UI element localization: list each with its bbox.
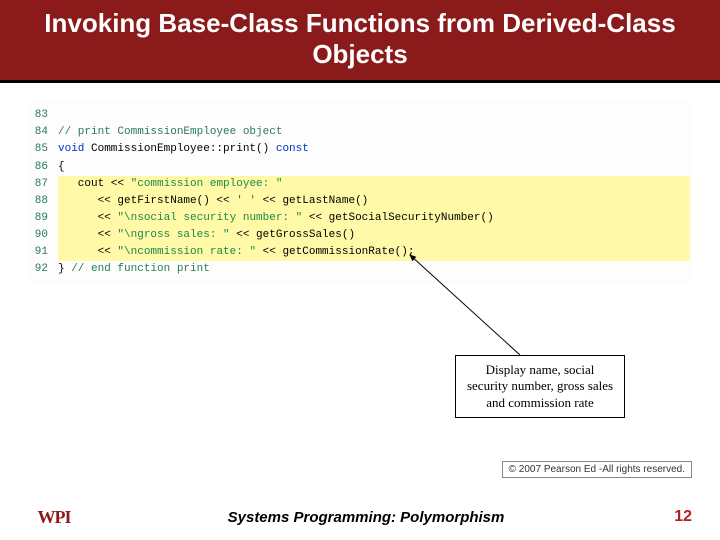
code-line: 88 << getFirstName() << ' ' << getLastNa… [30, 193, 690, 210]
code-text: { [58, 159, 690, 176]
code-text: << "\ngross sales: " << getGrossSales() [58, 227, 690, 244]
line-number: 88 [30, 193, 58, 210]
code-line: 89 << "\nsocial security number: " << ge… [30, 210, 690, 227]
code-line: 85void CommissionEmployee::print() const [30, 141, 690, 158]
line-number: 92 [30, 261, 58, 278]
code-line: 84// print CommissionEmployee object [30, 124, 690, 141]
line-number: 90 [30, 227, 58, 244]
slide-title: Invoking Base-Class Functions from Deriv… [20, 8, 700, 70]
line-number: 91 [30, 244, 58, 261]
line-number: 85 [30, 141, 58, 158]
code-line: 86{ [30, 159, 690, 176]
code-line: 90 << "\ngross sales: " << getGrossSales… [30, 227, 690, 244]
code-text: void CommissionEmployee::print() const [58, 141, 690, 158]
copyright-notice: © 2007 Pearson Ed -All rights reserved. [502, 461, 692, 478]
code-line: 91 << "\ncommission rate: " << getCommis… [30, 244, 690, 261]
line-number: 87 [30, 176, 58, 193]
code-text: << getFirstName() << ' ' << getLastName(… [58, 193, 690, 210]
code-text: // print CommissionEmployee object [58, 124, 690, 141]
line-number: 89 [30, 210, 58, 227]
page-number: 12 [652, 508, 692, 526]
line-number: 84 [30, 124, 58, 141]
line-number: 86 [30, 159, 58, 176]
callout-box: Display name, social security number, gr… [455, 355, 625, 418]
code-line: 83 [30, 107, 690, 124]
code-text: } // end function print [58, 261, 690, 278]
line-number: 83 [30, 107, 58, 124]
code-line: 92} // end function print [30, 261, 690, 278]
title-bar: Invoking Base-Class Functions from Deriv… [0, 0, 720, 83]
code-line: 87 cout << "commission employee: " [30, 176, 690, 193]
footer-title: Systems Programming: Polymorphism [80, 509, 652, 526]
code-text: << "\ncommission rate: " << getCommissio… [58, 244, 690, 261]
code-text [58, 107, 690, 124]
code-text: << "\nsocial security number: " << getSo… [58, 210, 690, 227]
footer: WPI Systems Programming: Polymorphism 12 [0, 494, 720, 540]
code-listing: 8384// print CommissionEmployee object85… [30, 103, 690, 281]
wpi-logo: WPI [28, 504, 80, 530]
code-text: cout << "commission employee: " [58, 176, 690, 193]
